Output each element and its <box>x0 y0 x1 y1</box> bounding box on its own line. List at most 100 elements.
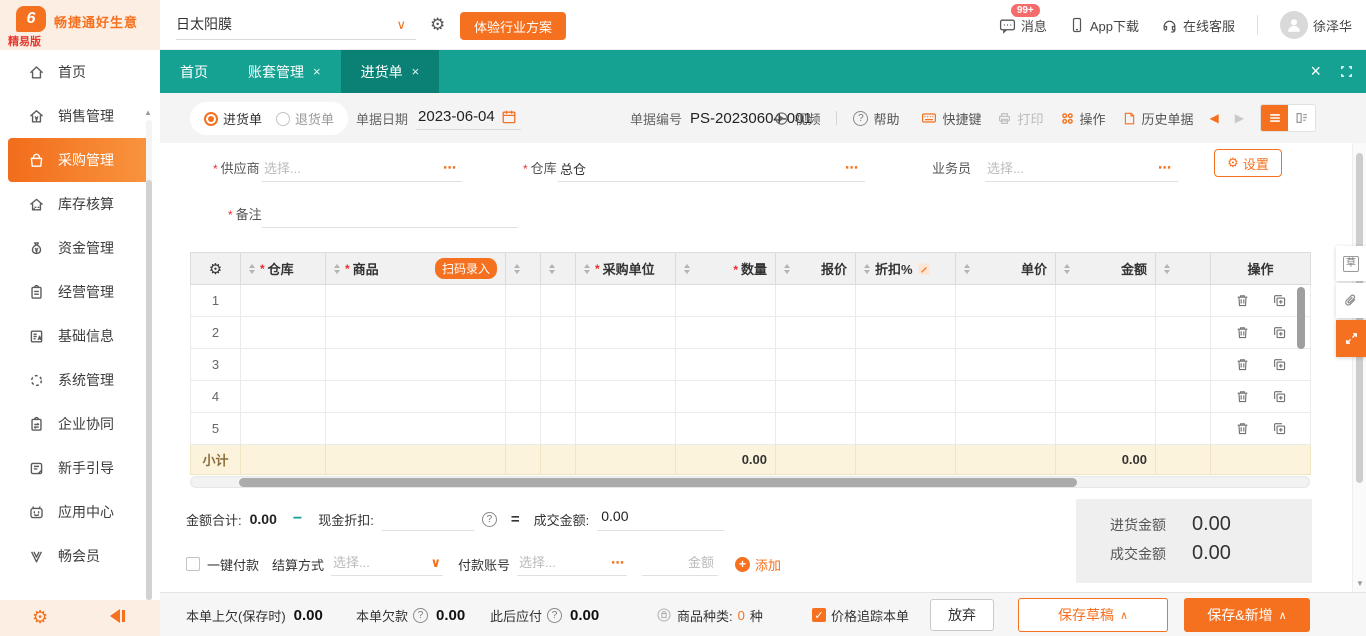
cell-product[interactable] <box>325 380 506 413</box>
sort-icon[interactable] <box>864 263 870 274</box>
cell-amount[interactable] <box>1055 284 1156 317</box>
video-button[interactable]: 视频 <box>774 109 820 128</box>
col-product[interactable]: * 商品 扫码录入 <box>325 252 506 285</box>
sort-icon[interactable] <box>549 263 555 274</box>
cell-unit[interactable] <box>575 316 676 349</box>
cell-amount[interactable] <box>1055 412 1156 445</box>
cell-narrow-3[interactable] <box>1155 348 1211 381</box>
col-narrow-3[interactable] <box>1155 252 1211 285</box>
scroll-down-icon[interactable]: ▼ <box>1356 579 1364 588</box>
save-draft-button[interactable]: 保存草稿 ∧ <box>1018 598 1168 632</box>
cell-warehouse[interactable] <box>240 348 326 381</box>
cell-narrow-3[interactable] <box>1155 412 1211 445</box>
scroll-up-icon[interactable]: ▲ <box>144 108 152 117</box>
cell-quote[interactable] <box>775 412 856 445</box>
cell-warehouse[interactable] <box>240 412 326 445</box>
tab-purchase-order[interactable]: 进货单 × <box>340 50 440 93</box>
sort-icon[interactable] <box>964 263 970 274</box>
cell-discount[interactable] <box>855 284 956 317</box>
history-button[interactable]: 历史单据 <box>1122 109 1194 128</box>
cell-unit[interactable] <box>575 284 676 317</box>
sort-icon[interactable] <box>1064 263 1070 274</box>
save-and-new-button[interactable]: 保存&新增 ∧ <box>1184 598 1310 632</box>
page-prev-icon[interactable]: ◀ <box>1210 111 1219 125</box>
close-icon[interactable]: × <box>412 64 420 79</box>
shortcuts-button[interactable]: 快捷键 <box>921 109 981 128</box>
sidebar-item-inventory[interactable]: 库存核算 <box>0 182 160 226</box>
supplier-input[interactable] <box>262 158 462 182</box>
discount-edit-icon[interactable] <box>917 262 931 276</box>
cell-warehouse[interactable] <box>240 284 326 317</box>
operations-button[interactable]: 操作 <box>1060 109 1106 128</box>
copy-row-icon[interactable] <box>1272 293 1287 308</box>
online-service-button[interactable]: 在线客服 <box>1161 16 1235 35</box>
sidebar-item-basic-info[interactable]: 基础信息 <box>0 314 160 358</box>
sidebar-item-collaboration[interactable]: 企业协同 <box>0 402 160 446</box>
cell-warehouse[interactable] <box>240 380 326 413</box>
col-narrow-1[interactable] <box>505 252 541 285</box>
cell-amount[interactable] <box>1055 348 1156 381</box>
warehouse-picker-icon[interactable]: ⋯ <box>845 160 859 176</box>
discount-help-icon[interactable]: ? <box>481 511 497 527</box>
cell-narrow-1[interactable] <box>505 412 541 445</box>
col-warehouse[interactable]: * 仓库 <box>240 252 326 285</box>
copy-row-icon[interactable] <box>1272 421 1287 436</box>
abandon-button[interactable]: 放弃 <box>930 599 994 631</box>
cell-quote[interactable] <box>775 380 856 413</box>
cell-narrow-3[interactable] <box>1155 316 1211 349</box>
page-next-icon[interactable]: ▶ <box>1235 111 1244 125</box>
col-unit[interactable]: * 采购单位 <box>575 252 676 285</box>
delete-row-icon[interactable] <box>1235 421 1250 436</box>
list-view-button[interactable] <box>1261 105 1288 131</box>
cell-product[interactable] <box>325 316 506 349</box>
cell-discount[interactable] <box>855 412 956 445</box>
cell-price[interactable] <box>955 380 1056 413</box>
cell-price[interactable] <box>955 316 1056 349</box>
sidebar-item-purchase[interactable]: 采购管理 <box>8 138 152 182</box>
attachment-button[interactable] <box>1336 283 1366 318</box>
delete-row-icon[interactable] <box>1235 325 1250 340</box>
cell-quote[interactable] <box>775 284 856 317</box>
account-picker-icon[interactable]: ⋯ <box>611 555 625 571</box>
cell-qty[interactable] <box>675 348 776 381</box>
copy-row-icon[interactable] <box>1272 389 1287 404</box>
scroll-thumb[interactable] <box>239 478 1077 487</box>
sort-icon[interactable] <box>684 263 690 274</box>
cell-discount[interactable] <box>855 348 956 381</box>
cell-narrow-2[interactable] <box>540 284 576 317</box>
settle-method-select[interactable] <box>331 552 444 576</box>
date-input[interactable]: 2023-06-04 <box>416 106 521 130</box>
cell-narrow-1[interactable] <box>505 284 541 317</box>
grid-settings-button[interactable]: ⚙ 设置 <box>1214 149 1282 177</box>
sort-icon[interactable] <box>334 263 340 274</box>
cell-qty[interactable] <box>675 412 776 445</box>
draft-list-button[interactable]: 草 <box>1336 246 1366 281</box>
col-price[interactable]: 单价 <box>955 252 1056 285</box>
copy-row-icon[interactable] <box>1272 325 1287 340</box>
sort-icon[interactable] <box>514 263 520 274</box>
card-view-button[interactable] <box>1288 105 1315 131</box>
radio-purchase-order[interactable]: 进货单 <box>204 109 262 128</box>
sidebar-item-funds[interactable]: 资金管理 <box>0 226 160 270</box>
cell-product[interactable] <box>325 412 506 445</box>
calendar-icon[interactable] <box>501 109 517 125</box>
cell-narrow-3[interactable] <box>1155 380 1211 413</box>
cell-narrow-2[interactable] <box>540 348 576 381</box>
payable-help-icon[interactable]: ? <box>547 607 563 623</box>
cell-quote[interactable] <box>775 348 856 381</box>
cell-price[interactable] <box>955 348 1056 381</box>
warehouse-input[interactable] <box>558 158 865 182</box>
onekey-pay-checkbox[interactable] <box>186 557 200 571</box>
help-button[interactable]: ? 帮助 <box>853 109 899 128</box>
collapse-sidebar-icon[interactable] <box>110 609 125 623</box>
cell-narrow-3[interactable] <box>1155 284 1211 317</box>
settings-gear-icon[interactable]: ⚙ <box>430 16 445 33</box>
sidebar-item-system[interactable]: 系统管理 <box>0 358 160 402</box>
cell-qty[interactable] <box>675 284 776 317</box>
cell-qty[interactable] <box>675 316 776 349</box>
cell-narrow-1[interactable] <box>505 348 541 381</box>
col-quote[interactable]: 报价 <box>775 252 856 285</box>
scan-entry-button[interactable]: 扫码录入 <box>434 258 497 279</box>
tab-account-books[interactable]: 账套管理 × <box>228 50 341 93</box>
fullscreen-icon[interactable] <box>1339 64 1354 79</box>
